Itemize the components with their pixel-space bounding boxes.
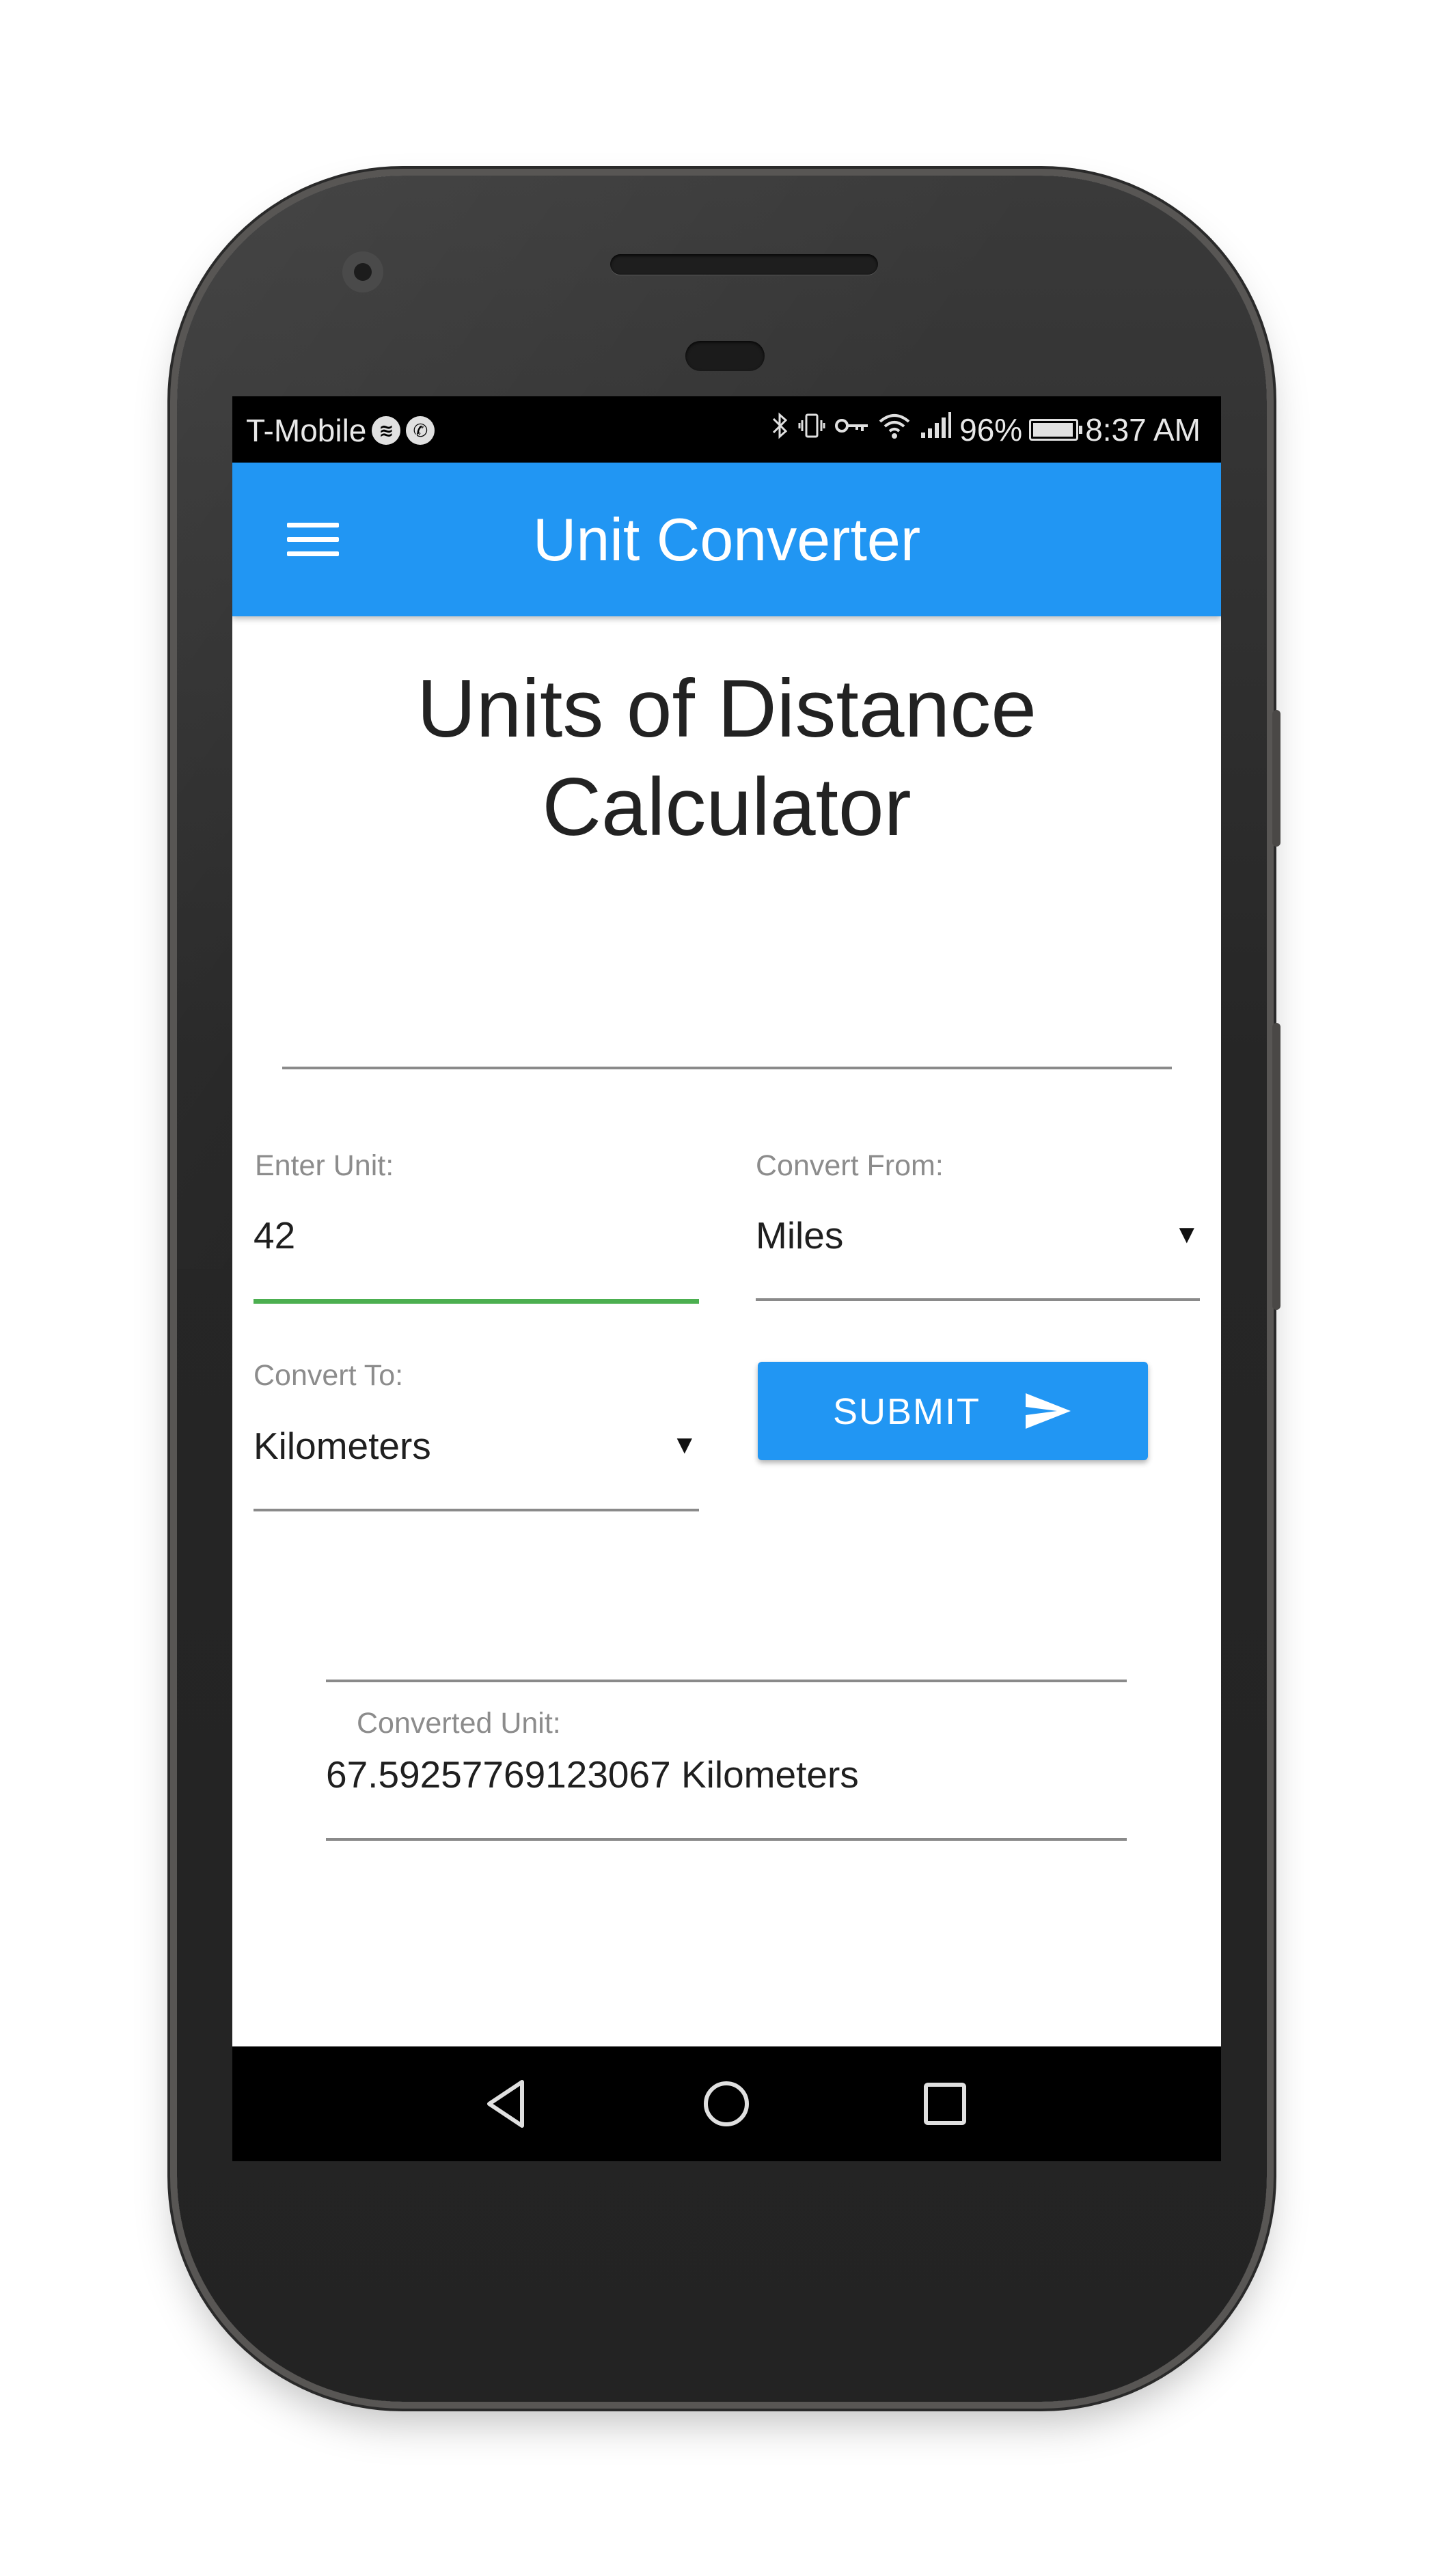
clock-time: 8:37 AM [1085, 411, 1201, 448]
convert-from-select[interactable]: Miles ▼ [756, 1203, 1200, 1298]
page-heading: Units of Distance Calculator [416, 663, 1037, 853]
enter-unit-input[interactable]: 42 [254, 1214, 698, 1257]
screen: T-Mobile ≋ ✆ 96% 8:37 AM Unit Converter … [232, 396, 1221, 2161]
front-camera [342, 251, 383, 292]
phone-call-icon: ✆ [406, 416, 435, 445]
power-button [1272, 710, 1280, 847]
app-bar: Unit Converter [232, 463, 1221, 616]
volume-rocker [1272, 1023, 1280, 1310]
vibrate-icon [797, 411, 827, 448]
convert-to-select[interactable]: Kilometers ▼ [254, 1413, 698, 1509]
convert-from-underline [756, 1298, 1200, 1301]
battery-percent: 96% [959, 411, 1023, 448]
dropdown-caret-icon: ▼ [672, 1431, 698, 1460]
convert-from-value: Miles [756, 1214, 844, 1257]
home-icon[interactable] [699, 2077, 754, 2131]
wifi-icon [877, 411, 912, 448]
send-icon [1026, 1393, 1071, 1429]
recents-icon[interactable] [918, 2077, 972, 2131]
vpn-key-icon [834, 411, 871, 448]
status-bar: T-Mobile ≋ ✆ 96% 8:37 AM [232, 396, 1221, 463]
heading-divider [282, 1067, 1172, 1069]
enter-unit-label: Enter Unit: [255, 1149, 394, 1182]
spotify-icon: ≋ [372, 416, 401, 445]
proximity-sensor [685, 341, 765, 371]
back-icon[interactable] [480, 2077, 534, 2131]
battery-icon [1029, 418, 1083, 441]
submit-label: SUBMIT [833, 1391, 981, 1432]
signal-icon [918, 411, 953, 448]
convert-to-value: Kilometers [254, 1425, 431, 1467]
convert-to-underline [254, 1509, 699, 1511]
app-title: Unit Converter [532, 506, 921, 573]
converted-unit-label: Converted Unit: [357, 1707, 561, 1740]
navigation-bar [232, 2046, 1221, 2161]
carrier-name: T-Mobile [246, 413, 367, 448]
convert-to-label: Convert To: [254, 1359, 404, 1392]
convert-from-label: Convert From: [756, 1149, 944, 1182]
result-top-line [326, 1680, 1127, 1682]
result-bottom-line [326, 1838, 1127, 1841]
bluetooth-icon [769, 411, 790, 448]
earpiece-speaker [610, 254, 878, 275]
converted-unit-value: 67.59257769123067 Kilometers [326, 1753, 859, 1796]
submit-button[interactable]: SUBMIT [758, 1362, 1148, 1460]
phone-frame: T-Mobile ≋ ✆ 96% 8:37 AM Unit Converter … [177, 176, 1280, 2402]
dropdown-caret-icon: ▼ [1174, 1220, 1200, 1249]
enter-unit-underline [254, 1299, 699, 1304]
